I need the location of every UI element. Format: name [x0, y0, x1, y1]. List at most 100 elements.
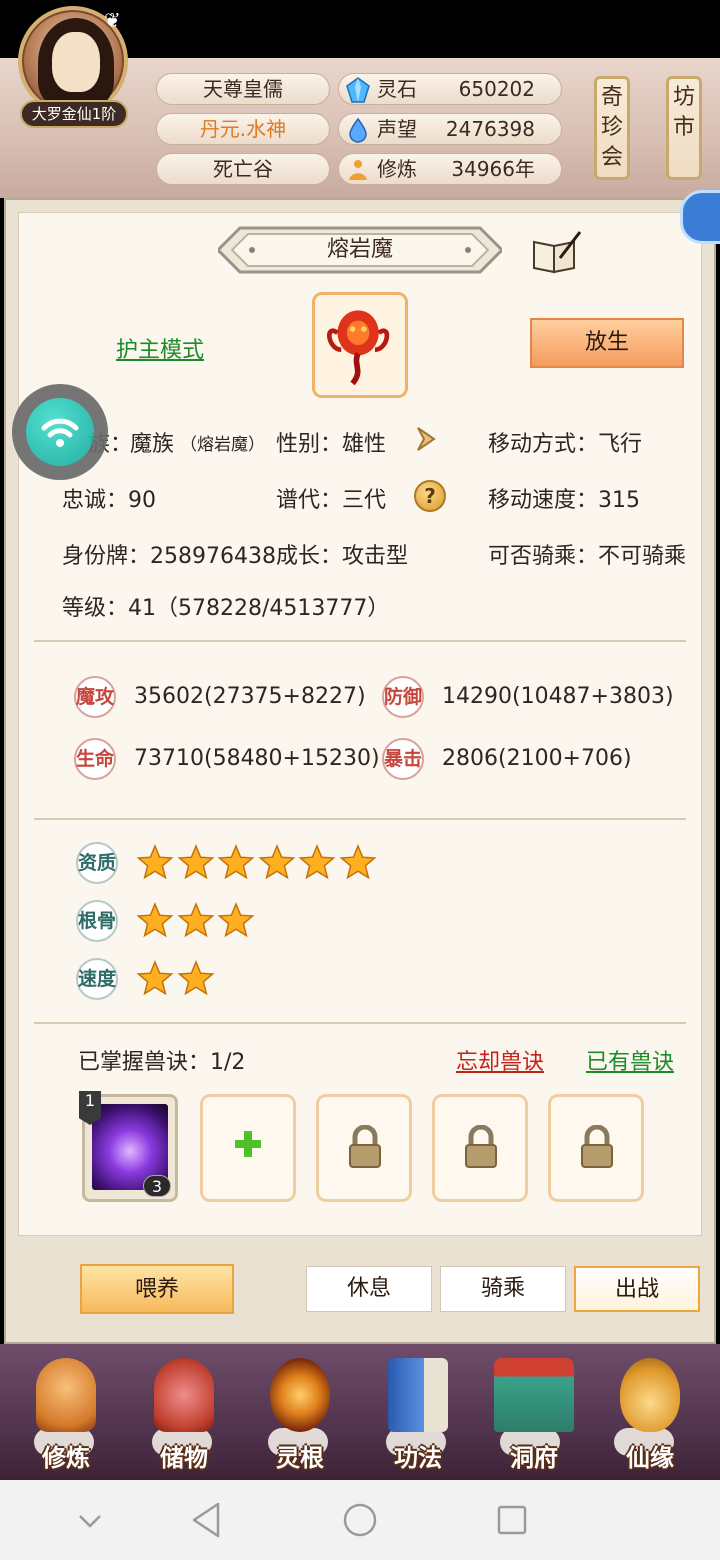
star-icon — [177, 844, 214, 880]
lock-icon — [581, 1125, 613, 1168]
race-value: 魔族 — [130, 432, 175, 457]
plus-icon — [235, 1131, 261, 1157]
nav-cultivate[interactable]: 修炼 — [16, 1352, 116, 1474]
prestige-drop-icon — [349, 117, 367, 143]
quality-badge-speed: 速度 — [76, 958, 118, 1000]
gender-field: 性别：雄性 — [276, 432, 387, 457]
skill-slot-add[interactable] — [200, 1094, 296, 1202]
prestige-pill: 声望 2476398 — [338, 113, 562, 145]
generation-field: 谱代：三代 — [276, 488, 387, 513]
star-icon — [339, 844, 376, 880]
book-icon — [388, 1358, 448, 1432]
skill-slot-locked[interactable] — [432, 1094, 528, 1202]
hide-keyboard-icon[interactable] — [76, 1506, 104, 1534]
gender-arrow-icon[interactable] — [412, 424, 444, 454]
nav-spirit-root[interactable]: 灵根 — [250, 1352, 350, 1474]
rest-button[interactable]: 休息 — [306, 1266, 432, 1312]
star-icon — [258, 844, 295, 880]
bag-icon — [154, 1358, 214, 1432]
star-icon — [217, 902, 255, 938]
skill-level-badge: 1 — [79, 1091, 101, 1125]
forget-skill-link[interactable]: 忘却兽诀 — [456, 1044, 544, 1076]
player-title: 天尊皇儒 — [156, 73, 330, 105]
nav-storage[interactable]: 储物 — [134, 1352, 234, 1474]
market-tag[interactable]: 坊市 — [666, 76, 702, 180]
pet-portrait[interactable] — [312, 292, 408, 398]
home-icon[interactable] — [342, 1502, 378, 1538]
butterfly-icon: ❦ — [104, 8, 121, 32]
prestige-label: 声望 — [377, 117, 417, 141]
race-detail: （熔岩魔） — [180, 435, 265, 455]
back-icon[interactable] — [188, 1500, 224, 1540]
star-icon — [298, 844, 336, 880]
ride-button[interactable]: 骑乘 — [440, 1266, 566, 1312]
spirit-orb-icon — [270, 1358, 330, 1432]
rename-book-icon[interactable] — [530, 228, 582, 276]
spirit-stone-pill: 灵石 650202 — [338, 73, 562, 105]
player-faction: 丹元.水神 — [156, 113, 330, 145]
nav-fate[interactable]: 仙缘 — [600, 1352, 700, 1474]
star-icon — [136, 844, 174, 880]
skills-mastered-label: 已掌握兽诀：1/2 — [78, 1050, 246, 1075]
move-type-field: 移动方式：飞行 — [488, 432, 643, 457]
quality-badge-bone: 根骨 — [76, 900, 118, 942]
nav-label: 灵根 — [276, 1443, 324, 1472]
skill-slot-locked[interactable] — [548, 1094, 644, 1202]
guard-mode-link[interactable]: 护主模式 — [116, 332, 204, 364]
nav-label: 洞府 — [510, 1443, 558, 1472]
skill-slot-owned[interactable]: 1 3 — [79, 1091, 178, 1202]
feed-button[interactable]: 喂养 — [80, 1264, 234, 1314]
game-screen: ❦ 大罗金仙1阶 天尊皇儒 丹元.水神 死亡谷 灵石 650202 声望 247… — [0, 0, 720, 1560]
release-button[interactable]: 放生 — [530, 318, 684, 368]
section-divider — [34, 818, 686, 820]
stat-hp-value: 73710(58480+15230) — [134, 746, 380, 771]
monk-icon — [36, 1358, 96, 1432]
star-icon — [136, 960, 174, 996]
spirit-stone-label: 灵石 — [377, 77, 417, 101]
system-nav-bar — [0, 1480, 720, 1560]
owned-skills-link[interactable]: 已有兽诀 — [586, 1044, 674, 1076]
star-icon — [177, 902, 214, 938]
stat-badge-attack: 魔攻 — [74, 676, 116, 718]
palace-icon — [494, 1358, 574, 1432]
cultivation-value: 34966年 — [451, 157, 535, 181]
cultivation-label: 修炼 — [377, 157, 417, 181]
skill-slot-locked[interactable] — [316, 1094, 412, 1202]
side-float-icon[interactable] — [680, 190, 720, 244]
star-icon — [217, 844, 255, 880]
spirit-stone-value: 650202 — [458, 77, 535, 101]
wifi-icon — [41, 418, 79, 447]
wifi-bubble — [26, 398, 94, 466]
lava-demon-icon — [327, 310, 390, 386]
lock-icon — [349, 1125, 381, 1168]
avatar-face — [52, 32, 100, 92]
id-tag-field: 身份牌：258976438 — [62, 544, 276, 569]
prestige-value: 2476398 — [445, 117, 535, 141]
skill-count-badge: 3 — [143, 1175, 171, 1197]
player-location: 死亡谷 — [156, 153, 330, 185]
loyalty-field: 忠诚：90 — [62, 488, 156, 513]
star-icon — [136, 902, 174, 938]
growth-field: 成长：攻击型 — [276, 544, 409, 569]
nav-label: 修炼 — [42, 1443, 90, 1472]
section-divider — [34, 640, 686, 642]
recents-icon[interactable] — [496, 1504, 528, 1536]
move-speed-field: 移动速度：315 — [488, 488, 640, 513]
help-icon[interactable]: ? — [414, 480, 446, 512]
nav-cave[interactable]: 洞府 — [484, 1352, 584, 1474]
treasure-fair-tag[interactable]: 奇珍会 — [594, 76, 630, 180]
nav-label: 储物 — [160, 1443, 208, 1472]
cultivation-pill: 修炼 34966年 — [338, 153, 562, 185]
nav-label: 仙缘 — [626, 1443, 674, 1472]
deploy-button[interactable]: 出战 — [574, 1266, 700, 1312]
floating-wifi-button[interactable] — [12, 384, 108, 480]
pet-name: 熔岩魔 — [326, 237, 393, 262]
stat-crit-value: 2806(2100+706) — [442, 746, 632, 771]
nav-techniques[interactable]: 功法 — [368, 1352, 468, 1474]
section-divider — [34, 1022, 686, 1024]
rideable-field: 可否骑乘：不可骑乘 — [488, 544, 687, 569]
nav-label: 功法 — [394, 1443, 442, 1472]
rank-badge: 大罗金仙1阶 — [20, 100, 128, 128]
stat-defense-value: 14290(10487+3803) — [442, 684, 674, 709]
star-icon — [177, 960, 214, 996]
